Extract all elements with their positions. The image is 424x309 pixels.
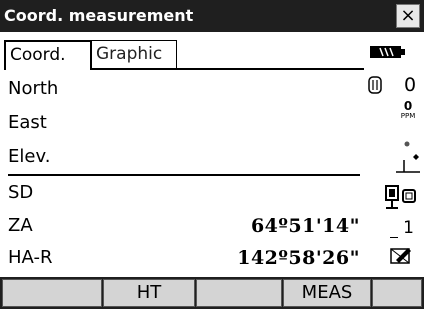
softkey-ht[interactable]: HT [103,279,195,307]
softkey-meas[interactable]: MEAS [283,279,371,307]
title-bar: Coord. measurement × [0,0,424,32]
input-mode-icon [390,246,412,270]
har-value: 142º58'26" [237,247,360,269]
north-row: North [8,74,360,104]
tilt-icon [402,134,412,153]
coord-measurement-screen: Coord. measurement × Coord. Graphic Nort… [0,0,424,309]
za-label: ZA [8,215,33,236]
tab-bar: Coord. Graphic [0,32,360,70]
east-row: East [8,108,360,138]
prism-constant-value: 0 [404,74,417,96]
coord-panel: North East Elev. SD ZA 64º51'14" HA-R 14… [4,68,364,276]
ppm-unit: PPM [400,112,416,120]
laser-icon [394,152,422,178]
elev-row: Elev. [8,142,360,172]
tab-coord[interactable]: Coord. [4,40,92,70]
north-label: North [8,78,59,99]
har-row: HA-R 142º58'26" [8,243,360,273]
section-divider [8,174,360,176]
za-row: ZA 64º51'14" [8,211,360,241]
elev-label: Elev. [8,146,51,167]
target-type-value: 1 [403,218,414,238]
input-mode-indicator: 1 [390,218,414,238]
east-label: East [8,112,47,133]
status-bar: 0 0 PPM 1 [366,34,424,274]
window-title: Coord. measurement [4,6,194,25]
har-label: HA-R [8,247,53,268]
target-icon [384,184,418,214]
close-button[interactable]: × [396,4,420,28]
ppm-icon: 0 PPM [396,100,420,120]
close-icon: × [400,5,416,26]
battery-icon [370,44,406,63]
softkey-bar: HT MEAS [0,277,424,309]
softkey-f1[interactable] [2,279,102,307]
softkey-f3[interactable] [196,279,282,307]
tab-graphic[interactable]: Graphic [91,40,177,68]
sd-row: SD [8,178,360,208]
ppm-value: 0 [403,99,413,113]
sd-label: SD [8,182,34,203]
prism-icon [368,76,382,98]
za-value: 64º51'14" [250,215,360,237]
softkey-f5[interactable] [372,279,422,307]
